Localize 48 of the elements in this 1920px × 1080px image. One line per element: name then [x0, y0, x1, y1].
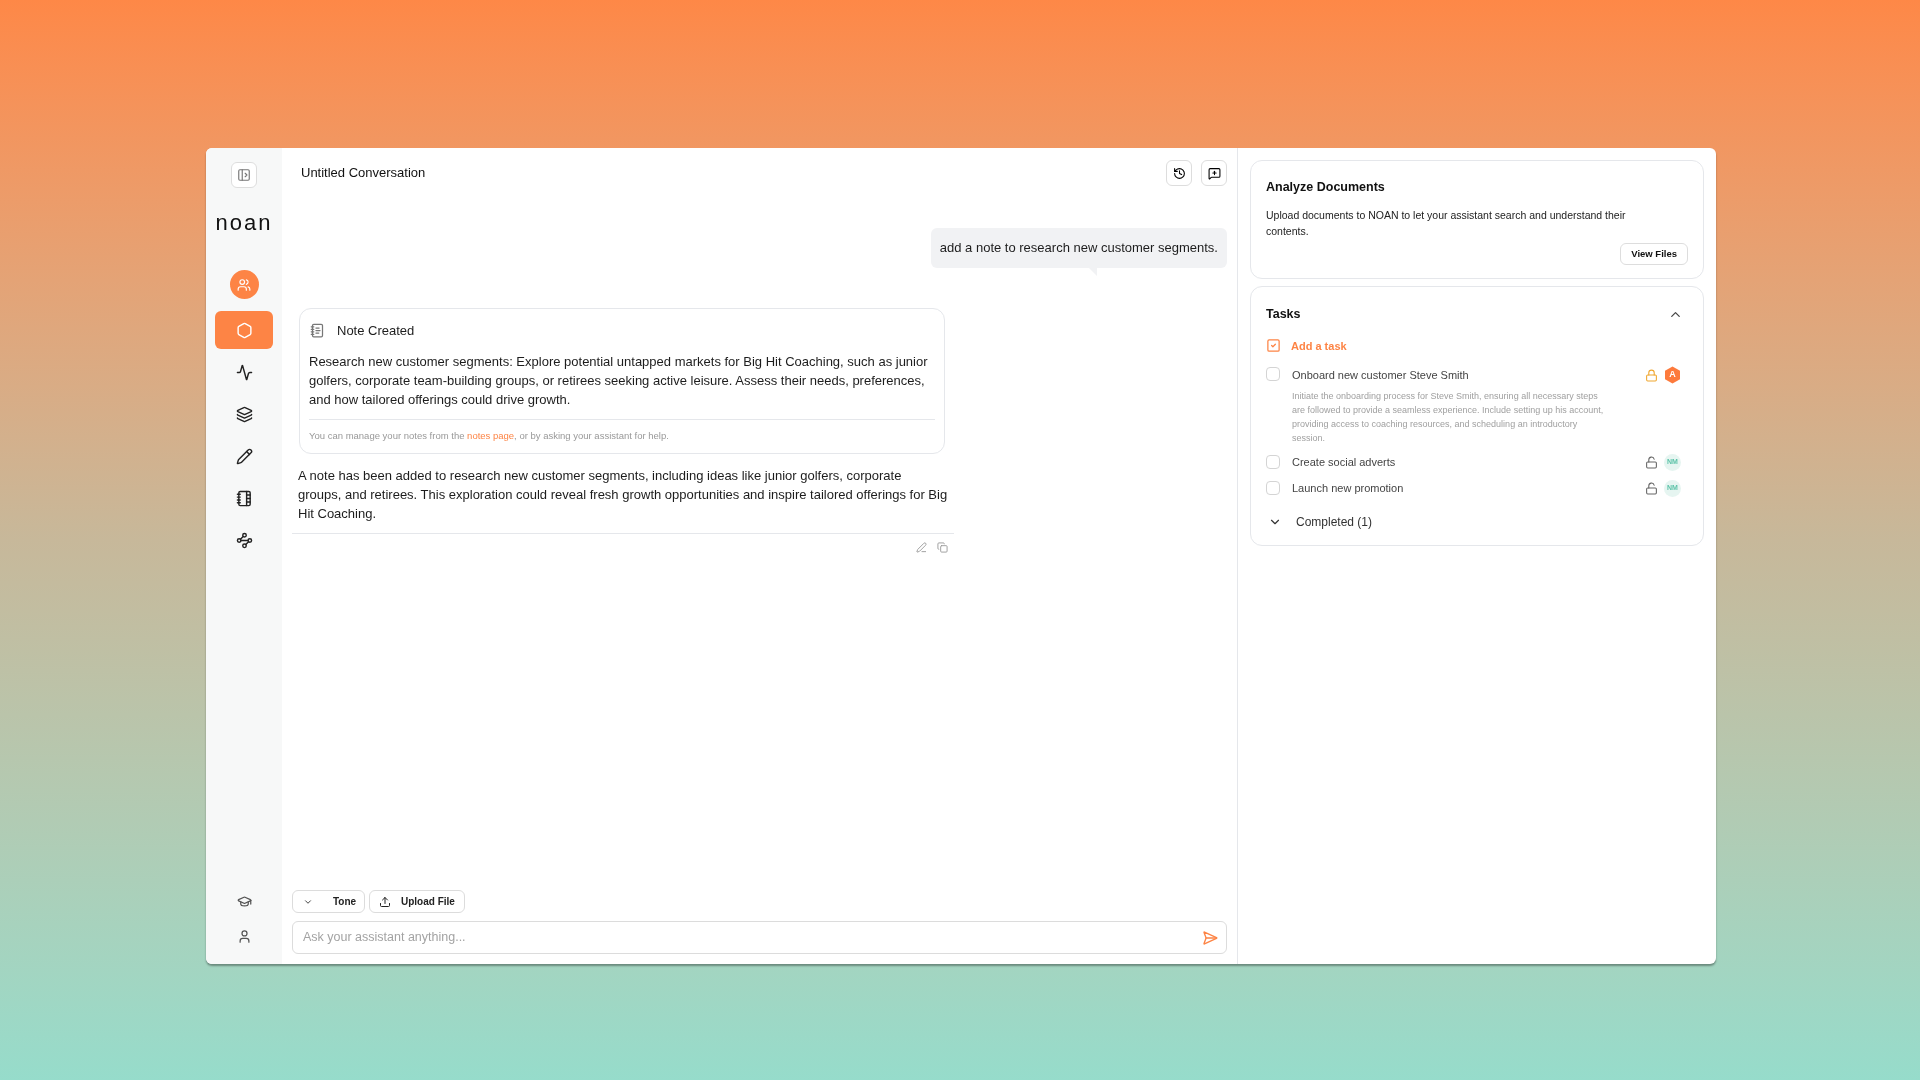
graduation-cap-icon	[236, 894, 252, 909]
notebook-icon	[310, 322, 325, 338]
people-icon	[237, 277, 251, 292]
upload-file-button[interactable]: Upload File	[369, 890, 465, 913]
layers-icon	[235, 405, 253, 423]
note-footer: You can manage your notes from the notes page, or by asking your assistant for help.	[309, 429, 935, 444]
message-input[interactable]: Ask your assistant anything...	[292, 921, 1227, 954]
upload-icon	[379, 895, 391, 908]
hexagon-icon	[235, 321, 253, 339]
nav-item[interactable]	[236, 929, 252, 944]
card-title: Analyze Documents	[1266, 179, 1386, 196]
note-body: Research new customer segments: Explore potential untapped markets for Big Hit Coaching, such as junior golfers, corporate team-building groups, or retirees seeking active leisure. Assess their needs, preferences, and how tailored offerings could drive growth.	[309, 353, 929, 409]
pencil-icon	[235, 447, 253, 465]
task-title[interactable]: Launch new promotion	[1292, 480, 1404, 497]
completed-toggle[interactable]: Completed (1)	[1266, 513, 1373, 531]
tone-dropdown[interactable]: Tone	[292, 890, 365, 913]
assistant-message: A note has been added to research new customer segments, including ideas like junior golfers, corporate groups, and retirees. This exploration could reveal fresh growth opportunities and inspire tailored offerings for Big Hit Coaching.	[297, 467, 949, 524]
task-checkbox[interactable]	[1266, 481, 1280, 495]
view-files-button[interactable]: View Files	[1620, 242, 1688, 265]
sidebar-toggle[interactable]	[231, 162, 257, 188]
history-button[interactable]	[1166, 160, 1192, 186]
card-title: Tasks	[1266, 305, 1301, 323]
user-icon	[236, 929, 252, 944]
task-title[interactable]: Create social adverts	[1292, 454, 1396, 471]
user-message: add a note to research new customer segments.	[930, 228, 1227, 268]
activity-icon	[235, 363, 253, 381]
card-description: Upload documents to NOAN to let your assistant search and understand their contents.	[1266, 207, 1627, 239]
checkbox-icon	[1266, 338, 1281, 354]
send-icon[interactable]	[1202, 929, 1218, 946]
unlock-icon[interactable]	[1645, 482, 1658, 495]
hexagon-badge	[1664, 366, 1681, 384]
new-message-icon	[1207, 166, 1221, 180]
assignee-initials: A	[1669, 368, 1676, 382]
panel-icon	[237, 168, 251, 182]
unlock-icon[interactable]	[1645, 456, 1658, 469]
task-description: Initiate the onboarding process for Steve Smith, ensuring all necessary steps are followed to provide a seamless experience. Include setting up his account, providing access to coaching resources, and scheduling an introductory session.	[1292, 390, 1605, 445]
task-title[interactable]: Onboard new customer Steve Smith	[1292, 366, 1469, 384]
text-input[interactable]: Ask your assistant anything...	[303, 928, 1202, 947]
conversation-title: Untitled Conversation	[301, 164, 426, 183]
history-icon	[1172, 166, 1186, 180]
notebook-icon	[235, 489, 253, 507]
new-chat-button[interactable]	[1201, 160, 1227, 186]
task-checkbox[interactable]	[1266, 367, 1280, 381]
nav-item[interactable]	[236, 894, 252, 909]
task-checkbox[interactable]	[1266, 455, 1280, 469]
brand-logo: noan	[215, 212, 273, 234]
nodes-icon	[235, 531, 253, 549]
note-title: Note Created	[337, 321, 415, 340]
